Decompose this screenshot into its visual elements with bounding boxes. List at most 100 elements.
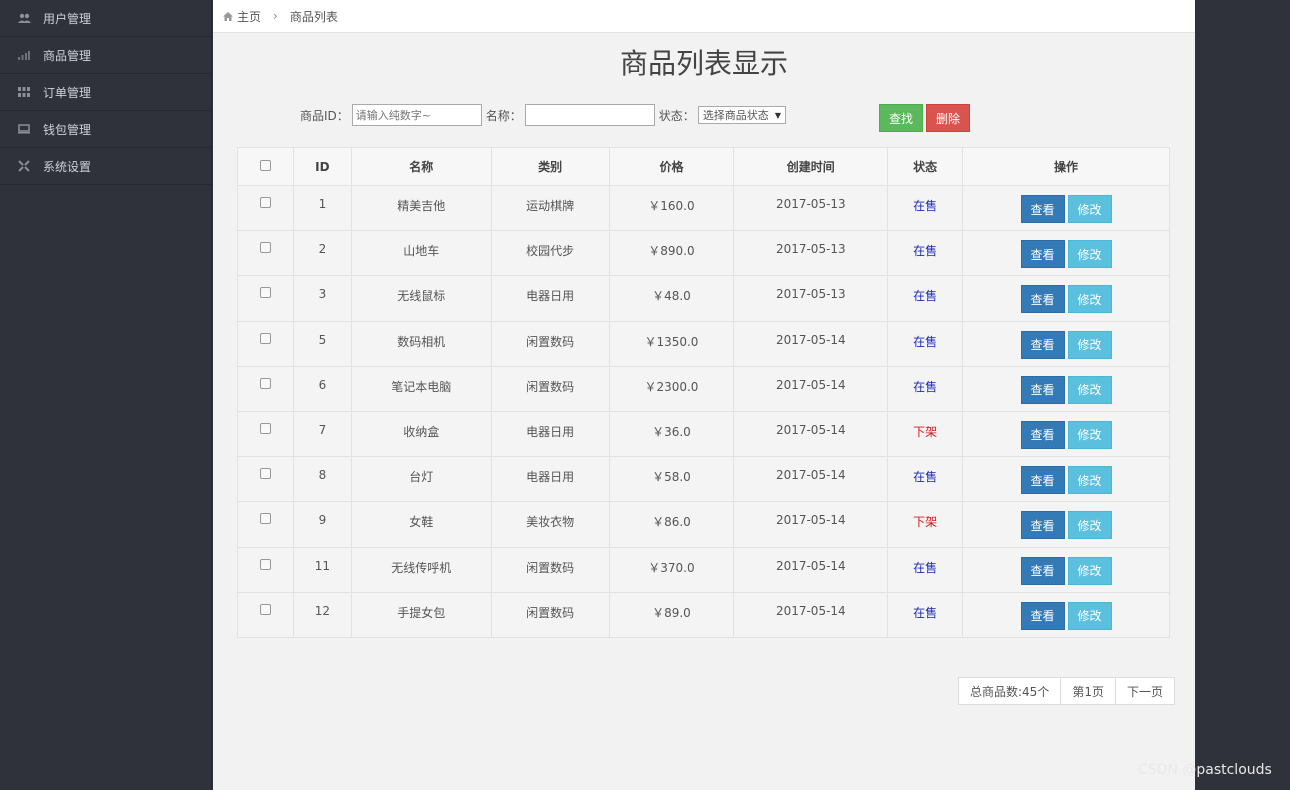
row-checkbox[interactable] [259,603,271,615]
breadcrumb-home[interactable]: 主页 [237,8,261,25]
cell-price: ￥58.0 [608,456,735,503]
table-row: 7 收纳盒 电器日用 ￥36.0 2017-05-14 下架 查看 修改 [237,410,1170,458]
row-checkbox[interactable] [259,422,271,434]
sidebar-item-settings[interactable]: 系统设置 [0,148,211,185]
edit-button[interactable]: 修改 [1067,466,1112,495]
row-checkbox[interactable] [259,332,271,344]
view-button[interactable]: 查看 [1020,601,1065,630]
edit-button[interactable]: 修改 [1067,511,1112,540]
home-icon [223,11,233,21]
row-checkbox[interactable] [259,197,271,208]
next-page-button[interactable]: 下一页 [1114,677,1175,705]
view-button[interactable]: 查看 [1020,240,1065,269]
cell-category: 闲置数码 [490,320,610,367]
edit-button[interactable]: 修改 [1067,601,1112,630]
row-actions: 查看 修改 [963,601,1169,630]
table-row: 6 笔记本电脑 闲置数码 ￥2300.0 2017-05-14 在售 查看 修改 [237,365,1170,412]
row-actions: 查看 修改 [963,511,1169,540]
right-panel [1195,0,1290,790]
header-created: 创建时间 [733,147,889,186]
edit-button[interactable]: 修改 [1067,195,1112,223]
total-count: 总商品数:45个 [958,677,1062,705]
cell-name: 台灯 [350,456,492,503]
table-row: 11 无线传呼机 闲置数码 ￥370.0 2017-05-14 在售 查看 修改 [237,546,1170,593]
row-checkbox[interactable] [259,377,271,389]
cell-name: 精美吉他 [350,184,492,232]
edit-button[interactable]: 修改 [1067,556,1112,585]
cell-price: ￥48.0 [608,275,735,322]
select-all-checkbox[interactable] [259,159,271,171]
search-bar: 商品ID： 名称： 状态： 选择商品状态 ▼ [300,104,786,126]
table-row: 3 无线鼠标 电器日用 ￥48.0 2017-05-13 在售 查看 修改 [237,275,1170,322]
cell-price: ￥890.0 [608,230,735,277]
row-select [237,456,294,503]
view-button[interactable]: 查看 [1020,195,1065,223]
header-category: 类别 [490,147,610,186]
view-button[interactable]: 查看 [1020,466,1065,495]
edit-button[interactable]: 修改 [1067,285,1112,314]
cell-actions: 查看 修改 [962,184,1170,232]
view-button[interactable]: 查看 [1020,420,1065,449]
status-select[interactable]: 选择商品状态 ▼ [697,106,786,124]
row-checkbox[interactable] [259,558,271,570]
table-row: 1 精美吉他 运动棋牌 ￥160.0 2017-05-13 在售 查看 修改 [237,184,1170,232]
cell-id: 8 [292,456,352,503]
cell-created: 2017-05-14 [733,365,889,412]
view-button[interactable]: 查看 [1020,375,1065,404]
sidebar-item-products[interactable]: 商品管理 [0,37,211,74]
edit-button[interactable]: 修改 [1067,240,1112,269]
header-actions: 操作 [962,147,1170,186]
sidebar-item-wallet[interactable]: 钱包管理 [0,111,211,148]
row-actions: 查看 修改 [963,240,1169,269]
row-checkbox[interactable] [259,242,271,254]
row-checkbox[interactable] [259,513,271,525]
cell-created: 2017-05-14 [733,320,889,367]
find-button[interactable]: 查找 [879,104,923,132]
sidebar-item-label: 系统设置 [43,159,92,174]
name-label: 名称： [485,108,522,123]
cell-id: 9 [292,501,352,548]
cell-category: 校园代步 [490,230,610,277]
main-content: 主页 › 商品列表 商品列表显示 商品ID： 名称： 状态： 选择商品状态 ▼ … [213,0,1195,790]
view-button[interactable]: 查看 [1020,556,1065,585]
row-actions: 查看 修改 [963,285,1169,314]
cell-actions: 查看 修改 [962,501,1170,548]
cell-category: 电器日用 [490,410,610,458]
status-label: 状态： [658,108,695,123]
cell-category: 闲置数码 [490,591,610,638]
cell-price: ￥2300.0 [608,365,735,412]
view-button[interactable]: 查看 [1020,330,1065,359]
cell-status: 在售 [887,546,964,593]
cell-category: 闲置数码 [490,365,610,412]
row-checkbox[interactable] [259,468,271,480]
cell-status: 在售 [887,320,964,367]
edit-button[interactable]: 修改 [1067,420,1112,449]
view-button[interactable]: 查看 [1020,511,1065,540]
view-button[interactable]: 查看 [1020,285,1065,314]
edit-button[interactable]: 修改 [1067,375,1112,404]
row-select [237,184,294,232]
current-page[interactable]: 第1页 [1060,677,1116,705]
table-row: 2 山地车 校园代步 ￥890.0 2017-05-13 在售 查看 修改 [237,230,1170,277]
header-select-all [237,147,294,186]
edit-button[interactable]: 修改 [1067,330,1112,359]
cell-status: 在售 [887,275,964,322]
sidebar-item-orders[interactable]: 订单管理 [0,74,211,111]
row-checkbox[interactable] [259,287,271,299]
sidebar-item-users[interactable]: 用户管理 [0,0,211,37]
cell-actions: 查看 修改 [962,365,1170,412]
cell-price: ￥86.0 [608,501,735,548]
row-select [237,501,294,548]
name-input[interactable] [524,104,655,126]
cell-status: 下架 [887,410,964,458]
cell-name: 山地车 [350,230,492,277]
product-id-input[interactable] [351,104,482,126]
row-select [237,275,294,322]
id-label: 商品ID： [300,108,349,123]
header-name: 名称 [350,147,492,186]
grid-icon [17,85,31,99]
cell-created: 2017-05-14 [733,410,889,458]
cell-actions: 查看 修改 [962,320,1170,367]
delete-button[interactable]: 删除 [926,104,970,132]
watermark: CSDN @pastclouds [1138,762,1272,778]
